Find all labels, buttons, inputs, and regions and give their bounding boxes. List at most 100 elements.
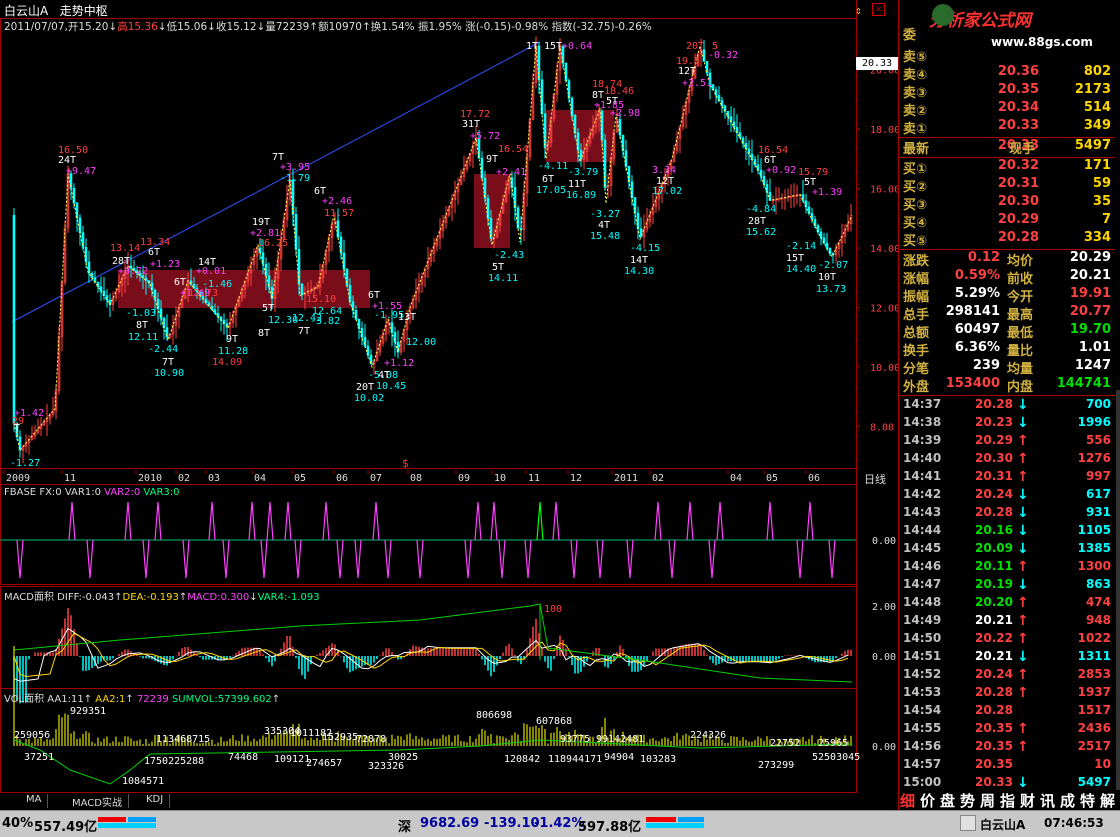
- up-arrow-icon: ↑: [83, 694, 93, 705]
- fbase-spike-down: [222, 539, 230, 579]
- price-annotation: +1.42: [14, 408, 44, 419]
- tick-row[interactable]: 14:38 20.23 ↓ 1996: [899, 415, 1115, 433]
- buy-row-4[interactable]: 买④ 20.29 7: [899, 212, 1115, 231]
- info-tab-9[interactable]: 特: [1080, 790, 1095, 811]
- fbase-spike-down: [828, 539, 836, 579]
- time-label: 03: [208, 473, 220, 484]
- price-annotation: -2.43: [494, 250, 524, 261]
- sell-row-4[interactable]: 卖④ 20.36 802: [899, 64, 1115, 83]
- buy-row-1[interactable]: 买① 20.32 171: [899, 158, 1115, 177]
- price-annotation: -0.32: [708, 50, 738, 61]
- close-icon[interactable]: ×: [872, 3, 885, 16]
- fbase-var3: VAR3:0: [143, 487, 180, 498]
- price-annotation: +0.72: [118, 266, 148, 277]
- price-annotation: 15T: [786, 253, 804, 264]
- latest-label: 最新: [903, 142, 930, 157]
- sell-row-2[interactable]: 卖② 20.34 514: [899, 100, 1115, 119]
- vol-annotation: 109121: [274, 754, 310, 765]
- info-tab-5[interactable]: 指: [1000, 790, 1015, 811]
- taskbar-icon[interactable]: [960, 815, 976, 831]
- info-tab-7[interactable]: 讯: [1040, 790, 1055, 811]
- scrollbar[interactable]: [1116, 390, 1120, 790]
- candle-body: [726, 110, 730, 117]
- tick-row[interactable]: 14:37 20.28 ↓ 700: [899, 397, 1115, 415]
- tick-row[interactable]: 14:54 20.28 1517: [899, 703, 1115, 721]
- price-annotation: 11T: [568, 179, 586, 190]
- tick-row[interactable]: 14:48 20.20 ↑ 474: [899, 595, 1115, 613]
- up-arrow-icon: ↑: [1017, 721, 1029, 737]
- candle-body: [261, 252, 265, 265]
- tick-row[interactable]: 14:39 20.29 ↑ 556: [899, 433, 1115, 451]
- info-tab-2[interactable]: 盘: [940, 790, 955, 811]
- sell-label: 卖①: [903, 122, 928, 137]
- tick-row[interactable]: 14:53 20.28 ↑ 1937: [899, 685, 1115, 703]
- buy-row-5[interactable]: 买⑤ 20.28 334: [899, 230, 1115, 249]
- pin-icon[interactable]: ⇕: [855, 4, 862, 17]
- tick-row[interactable]: 14:57 20.35 10: [899, 757, 1115, 775]
- info-tab-10[interactable]: 解: [1100, 790, 1115, 811]
- tick-row[interactable]: 14:49 20.21 ↑ 948: [899, 613, 1115, 631]
- stat-row: 分笔 239 均量 1247: [899, 358, 1115, 377]
- tab-kdj[interactable]: KDJ: [140, 794, 171, 808]
- stat-label: 均量: [1007, 362, 1034, 377]
- price-annotation: 6T: [148, 247, 160, 258]
- sell-label: 卖⑤: [903, 50, 928, 65]
- candle-body: [300, 283, 304, 295]
- price-annotation: -1.79: [280, 173, 310, 184]
- info-tab-8[interactable]: 成: [1060, 790, 1075, 811]
- candle-body: [738, 132, 742, 139]
- buy-row-2[interactable]: 买② 20.31 59: [899, 176, 1115, 195]
- candle-body: [801, 194, 805, 202]
- sell-row-3[interactable]: 卖③ 20.35 2173: [899, 82, 1115, 101]
- period-label[interactable]: 日线: [864, 471, 886, 487]
- tick-time: 14:45: [903, 541, 942, 555]
- price-annotation: +2.98: [610, 108, 640, 119]
- tick-row[interactable]: 14:42 20.24 ↓ 617: [899, 487, 1115, 505]
- price-annotation: 28T: [748, 216, 766, 227]
- tick-row[interactable]: 14:45 20.09 ↓ 1385: [899, 541, 1115, 559]
- status-bar: 40% 557.49亿 深 9682.69 -139.10 -1.42% 597…: [0, 810, 1120, 837]
- tick-row[interactable]: 14:46 20.11 ↑ 1300: [899, 559, 1115, 577]
- tick-row[interactable]: 14:50 20.22 ↑ 1022: [899, 631, 1115, 649]
- pivot-boxes: [118, 110, 614, 308]
- current-price-box: 20.33: [856, 57, 898, 70]
- tab-ma[interactable]: MA: [20, 794, 49, 808]
- vol-name[interactable]: VOL面积: [4, 694, 44, 705]
- buy-row-3[interactable]: 买③ 20.30 35: [899, 194, 1115, 213]
- status-task-label[interactable]: 白云山A: [980, 816, 1025, 833]
- macd-var4-line: [13, 603, 853, 683]
- info-tab-3[interactable]: 势: [960, 790, 975, 811]
- vol-annotation: 806698: [476, 710, 512, 721]
- tick-row[interactable]: 14:51 20.21 ↓ 1311: [899, 649, 1115, 667]
- dollar-marker: $: [402, 457, 409, 470]
- sell-row-1[interactable]: 卖① 20.33 349: [899, 118, 1115, 137]
- info-tab-4[interactable]: 周: [980, 790, 995, 811]
- time-label: 2011: [614, 473, 638, 484]
- macd-axis-label: 0.00: [872, 652, 896, 663]
- stat-label: 换手: [903, 344, 930, 359]
- tick-time: 14:39: [903, 433, 942, 447]
- macd-name[interactable]: MACD面积: [4, 592, 54, 603]
- tab-macd[interactable]: MACD实战: [66, 794, 129, 809]
- tick-row[interactable]: 14:41 20.31 ↑ 997: [899, 469, 1115, 487]
- stat-value: 19.91: [1069, 286, 1111, 301]
- tick-row[interactable]: 14:44 20.16 ↓ 1105: [899, 523, 1115, 541]
- tick-row[interactable]: 14:47 20.19 ↓ 863: [899, 577, 1115, 595]
- tick-row[interactable]: 14:40 20.30 ↑ 1276: [899, 451, 1115, 469]
- info-tab-6[interactable]: 财: [1020, 790, 1035, 811]
- sell-row-5[interactable]: 卖⑤: [899, 46, 1115, 65]
- tick-row[interactable]: 14:43 20.28 ↓ 931: [899, 505, 1115, 523]
- tick-time: 14:47: [903, 577, 942, 591]
- info-tab-1[interactable]: 价: [920, 790, 935, 811]
- tick-volume: 700: [1085, 397, 1111, 411]
- stock-name[interactable]: 白云山A: [4, 4, 48, 18]
- tick-row[interactable]: 14:56 20.35 ↑ 2517: [899, 739, 1115, 757]
- tick-row[interactable]: 14:52 20.24 ↑ 2853: [899, 667, 1115, 685]
- tick-volume: 2436: [1077, 721, 1111, 735]
- chart-canvas[interactable]: 20.0018.0016.0014.0012.0010.008.002009 11…: [0, 0, 898, 810]
- header-change: 涨(-0.15)-0.98%: [465, 21, 549, 33]
- info-tab-0[interactable]: 细: [900, 790, 915, 811]
- fbase-name[interactable]: FBASE: [4, 487, 36, 498]
- tick-row[interactable]: 14:55 20.35 ↑ 2436: [899, 721, 1115, 739]
- stat-value: 5.29%: [954, 286, 1000, 301]
